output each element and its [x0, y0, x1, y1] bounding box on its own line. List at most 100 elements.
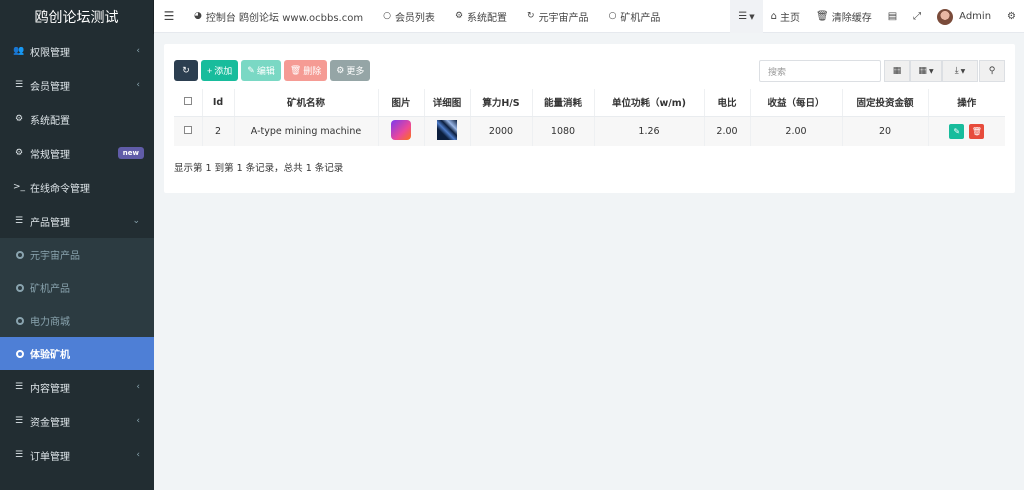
table-row[interactable]: 2 A-type mining machine 2000 1080 1.26 2…	[174, 116, 1005, 146]
tab-label: 会员列表	[394, 12, 435, 24]
clear-cache-button[interactable]: 🗑 清除缓存	[808, 0, 880, 33]
col-energy[interactable]: 能量消耗	[532, 89, 595, 117]
row-delete-button[interactable]: 🗑	[969, 123, 985, 139]
col-unit-power[interactable]: 单位功耗（w/m)	[594, 89, 705, 117]
row-select-cell[interactable]	[174, 116, 203, 146]
sidebar-item-funds[interactable]: ☰ 资金管理 ‹	[0, 404, 154, 438]
home-icon: ⌂	[770, 11, 777, 22]
search-input[interactable]: 搜索	[759, 60, 881, 82]
sidebar-toggle-icon[interactable]: ☰	[154, 9, 184, 23]
sidebar-menu: 👥 权限管理 ‹ ☰ 会员管理 ‹ ⚙ 系统配置 ⚙ 常规管理 new >_ 在…	[0, 34, 154, 238]
advanced-search-button[interactable]: ⚲	[979, 60, 1005, 82]
col-daily-income[interactable]: 收益（每日）	[750, 89, 843, 117]
top-navbar: ☰ ◕ 控制台 鸥创论坛 www.ocbbs.com ○ 会员列表 ⚙ 系统配置…	[154, 0, 1024, 33]
tab-system-config[interactable]: ⚙ 系统配置	[445, 0, 517, 33]
tab-label: 元宇宙产品	[538, 12, 589, 24]
edit-label: 编辑	[256, 66, 275, 76]
sidebar-subitem-metaverse[interactable]: 元宇宙产品	[0, 238, 154, 271]
edit-button[interactable]: ✎ 编辑	[241, 60, 281, 81]
circle-icon: ○	[608, 11, 617, 21]
settings-button[interactable]: ⚙	[999, 0, 1024, 33]
col-ratio[interactable]: 电比	[704, 89, 751, 117]
cogs-icon: ⚙	[1007, 11, 1016, 22]
circle-icon	[16, 283, 24, 292]
products-submenu: 元宇宙产品 矿机产品 电力商城 体验矿机	[0, 238, 154, 370]
avatar	[937, 8, 954, 25]
row-checkbox[interactable]	[183, 125, 192, 134]
chevron-left-icon: ‹	[136, 450, 140, 460]
delete-label: 删除	[303, 66, 322, 76]
language-button[interactable]: ▤	[880, 0, 905, 33]
content-panel: ↻ + 添加 ✎ 编辑 🗑 删除 ⚙ 更多 搜索 ▦ ▦ ▼ ⤓ ▼ ⚲ Id …	[164, 44, 1015, 193]
pencil-icon: ✎	[953, 126, 961, 136]
circle-icon	[16, 250, 24, 259]
tab-dashboard[interactable]: ◕ 控制台 鸥创论坛 www.ocbbs.com	[184, 0, 373, 33]
list-icon: ☰	[14, 216, 24, 226]
tab-member-list[interactable]: ○ 会员列表	[373, 0, 445, 33]
sidebar-subitem-label: 电力商城	[30, 317, 70, 328]
col-id[interactable]: Id	[202, 89, 235, 117]
gear-icon: ⚙	[14, 114, 24, 124]
col-fixed-invest[interactable]: 固定投资金额	[842, 89, 929, 117]
add-label: 添加	[214, 66, 233, 76]
home-button[interactable]: ⌂ 主页	[763, 0, 808, 33]
sidebar-item-online-command[interactable]: >_ 在线命令管理	[0, 170, 154, 204]
delete-button[interactable]: 🗑 删除	[283, 60, 328, 81]
col-image[interactable]: 图片	[378, 89, 425, 117]
list-icon: ☰	[14, 80, 24, 90]
add-button[interactable]: + 添加	[201, 60, 239, 81]
caret-down-icon: ▼	[749, 12, 755, 21]
grid-icon: ▦	[918, 66, 927, 76]
dashboard-icon: ◕	[194, 11, 202, 21]
circle-icon	[16, 316, 24, 325]
refresh-button[interactable]: ↻	[174, 60, 198, 81]
sidebar-subitem-power-mall[interactable]: 电力商城	[0, 304, 154, 337]
gear-icon: ⚙	[336, 65, 345, 75]
sidebar-item-content[interactable]: ☰ 内容管理 ‹	[0, 370, 154, 404]
user-menu[interactable]: Admin	[929, 0, 999, 33]
top-right-actions: ☰ ▼ ⌂ 主页 🗑 清除缓存 ▤ ⤢ Admin ⚙	[730, 0, 1024, 33]
cell-name: A-type mining machine	[234, 116, 379, 146]
detail-image-thumbnail[interactable]	[437, 119, 457, 140]
fullscreen-button[interactable]: ⤢	[905, 0, 929, 33]
cell-detail-image	[424, 116, 471, 146]
list-icon: ☰	[14, 450, 24, 460]
sidebar-item-label: 订单管理	[30, 451, 70, 463]
col-name[interactable]: 矿机名称	[234, 89, 379, 117]
tab-metaverse-products[interactable]: ↻ 元宇宙产品	[517, 0, 599, 33]
tab-miner-products[interactable]: ○ 矿机产品	[599, 0, 671, 33]
tab-label: 系统配置	[467, 12, 508, 24]
sidebar: 鸥创论坛测试 👥 权限管理 ‹ ☰ 会员管理 ‹ ⚙ 系统配置 ⚙ 常规管理 n…	[0, 0, 154, 490]
sidebar-subitem-trial-miner[interactable]: 体验矿机	[0, 337, 154, 370]
toggle-view-button[interactable]: ▦	[884, 60, 910, 82]
sidebar-item-general[interactable]: ⚙ 常规管理 new	[0, 136, 154, 170]
sidebar-item-system-config[interactable]: ⚙ 系统配置	[0, 102, 154, 136]
select-all-checkbox[interactable]	[183, 96, 192, 105]
sidebar-item-permissions[interactable]: 👥 权限管理 ‹	[0, 34, 154, 68]
more-button[interactable]: ⚙ 更多	[330, 60, 371, 81]
sidebar-menu-bottom: ☰ 内容管理 ‹ ☰ 资金管理 ‹ ☰ 订单管理 ‹	[0, 370, 154, 472]
refresh-icon: ↻	[182, 65, 190, 75]
col-detail-image[interactable]: 详细图	[424, 89, 471, 117]
sidebar-item-members[interactable]: ☰ 会员管理 ‹	[0, 68, 154, 102]
export-button[interactable]: ⤓ ▼	[942, 60, 978, 82]
brand-title[interactable]: 鸥创论坛测试	[0, 0, 154, 34]
row-edit-button[interactable]: ✎	[949, 123, 965, 139]
col-hashrate[interactable]: 算力H/S	[470, 89, 533, 117]
tab-list-dropdown-button[interactable]: ☰ ▼	[730, 0, 763, 33]
chevron-left-icon: ‹	[136, 46, 140, 56]
columns-button[interactable]: ▦ ▼	[910, 60, 942, 82]
select-all-cell[interactable]	[174, 89, 203, 117]
chevron-left-icon: ‹	[136, 382, 140, 392]
cell-ratio: 2.00	[704, 116, 751, 146]
chevron-down-icon: ⌄	[132, 216, 140, 226]
sidebar-subitem-miner-products[interactable]: 矿机产品	[0, 271, 154, 304]
cell-image	[378, 116, 425, 146]
sidebar-item-orders[interactable]: ☰ 订单管理 ‹	[0, 438, 154, 472]
cell-fixed-invest: 20	[842, 116, 929, 146]
sidebar-item-label: 系统配置	[30, 115, 70, 127]
sidebar-item-products[interactable]: ☰ 产品管理 ⌄	[0, 204, 154, 238]
new-badge: new	[117, 147, 144, 159]
product-image-thumbnail[interactable]	[391, 119, 411, 140]
trash-icon: 🗑	[816, 11, 829, 22]
